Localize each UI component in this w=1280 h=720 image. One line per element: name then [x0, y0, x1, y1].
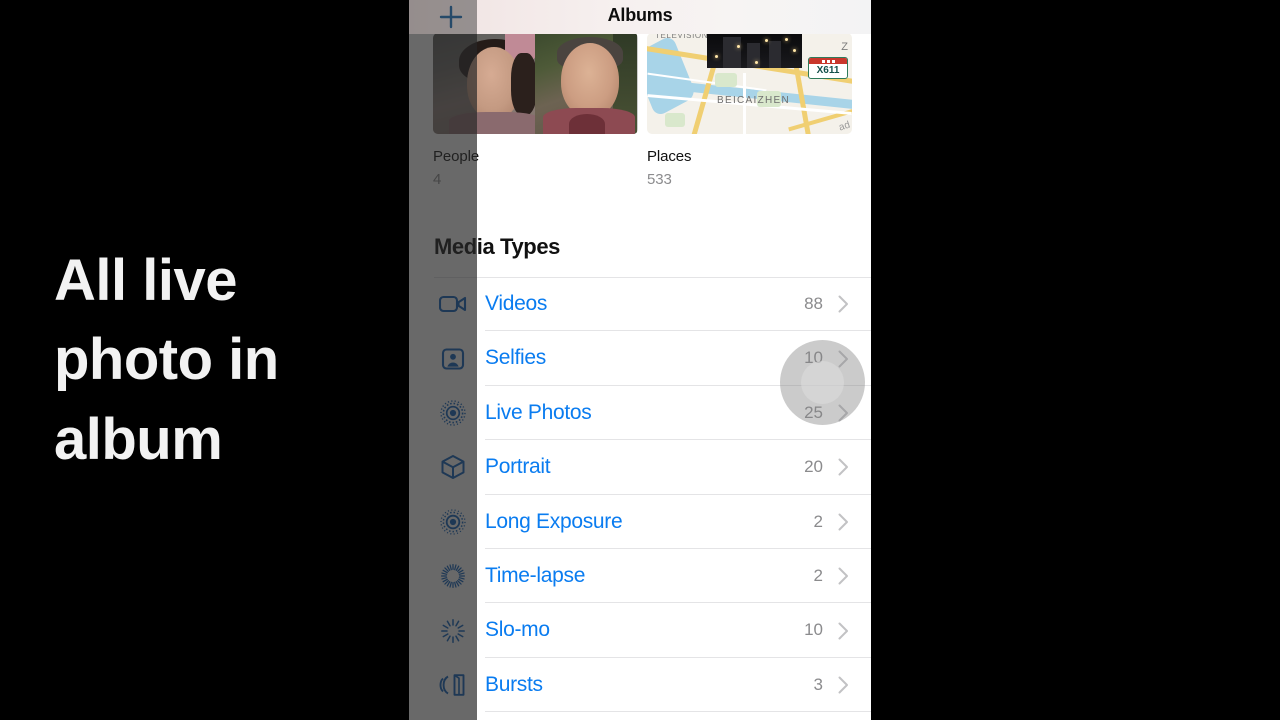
navigation-bar: Albums	[409, 0, 871, 34]
list-label: Slo-mo	[485, 618, 550, 642]
map-label-road: ad	[837, 119, 852, 134]
touch-point-inner	[801, 361, 844, 404]
timelapse-icon	[434, 549, 472, 603]
list-count: 3	[813, 674, 823, 694]
chevron-right-icon	[838, 658, 849, 712]
page-title: Albums	[607, 5, 673, 25]
list-label: Time-lapse	[485, 563, 586, 587]
album-name-places: Places	[647, 148, 692, 165]
album-card-people[interactable]: People 4	[433, 33, 638, 188]
chevron-right-icon	[838, 495, 849, 549]
album-name-people: People	[433, 148, 480, 165]
highway-shield-icon: X611	[808, 57, 848, 79]
live-photo-icon	[434, 386, 472, 440]
cube-icon	[434, 440, 472, 494]
chevron-right-icon	[838, 603, 849, 657]
right-letterbox	[871, 0, 1280, 720]
map-label-district: BEICAIZHEN	[717, 95, 791, 106]
list-item-long-exposure[interactable]: Long Exposure 2	[409, 495, 871, 549]
face-photo-2	[535, 33, 637, 134]
add-album-button[interactable]	[429, 0, 473, 34]
list-label: Bursts	[485, 672, 543, 696]
plus-icon	[438, 4, 464, 30]
albums-grid: People 4 TELEVISION TOWER BEICAIZHEN Z a…	[409, 33, 871, 193]
list-count: 10	[804, 620, 823, 640]
section-title-media-types: Media Types	[434, 234, 561, 259]
list-count: 20	[804, 457, 823, 477]
selfie-person-icon	[434, 331, 472, 385]
night-photo-inset	[707, 33, 802, 68]
list-item-videos[interactable]: Videos 88	[409, 277, 871, 332]
album-count-places: 533	[647, 171, 672, 188]
media-types-list: Videos 88 Selfies 10 Live Photos 25 Port…	[409, 277, 871, 713]
album-card-places[interactable]: TELEVISION TOWER BEICAIZHEN Z ad X611 Pl…	[647, 33, 852, 188]
list-item-time-lapse[interactable]: Time-lapse 2	[409, 549, 871, 604]
chevron-right-icon	[838, 549, 849, 603]
list-count: 88	[804, 294, 823, 313]
list-item-portrait[interactable]: Portrait 20	[409, 440, 871, 495]
list-label: Selfies	[485, 346, 546, 370]
chevron-right-icon	[838, 277, 849, 331]
map-label-edge: Z	[841, 41, 848, 53]
list-count: 2	[813, 565, 823, 585]
highway-shield-label: X611	[816, 65, 840, 76]
list-item-slo-mo[interactable]: Slo-mo 10	[409, 603, 871, 658]
list-label: Long Exposure	[485, 509, 623, 533]
slomo-icon	[434, 603, 472, 657]
list-count: 2	[813, 511, 823, 531]
long-exposure-icon	[434, 495, 472, 549]
people-thumbnail	[433, 33, 638, 134]
places-map-thumbnail: TELEVISION TOWER BEICAIZHEN Z ad X611	[647, 33, 852, 134]
chevron-right-icon	[838, 440, 849, 494]
list-label: Live Photos	[485, 400, 592, 424]
caption-panel: All live photo in album	[0, 0, 409, 720]
touch-point	[780, 340, 865, 425]
face-photo-1	[433, 33, 535, 134]
screenshot-root: All live photo in album People 4 TELEVIS…	[0, 0, 1280, 720]
caption-text: All live photo in album	[54, 247, 279, 472]
album-count-people: 4	[433, 171, 442, 188]
list-label: Portrait	[485, 455, 551, 479]
list-label: Videos	[485, 292, 548, 315]
video-camera-icon	[434, 277, 472, 331]
list-item-bursts[interactable]: Bursts 3	[409, 658, 871, 713]
bursts-stack-icon	[434, 658, 472, 712]
row-separator	[485, 711, 871, 713]
